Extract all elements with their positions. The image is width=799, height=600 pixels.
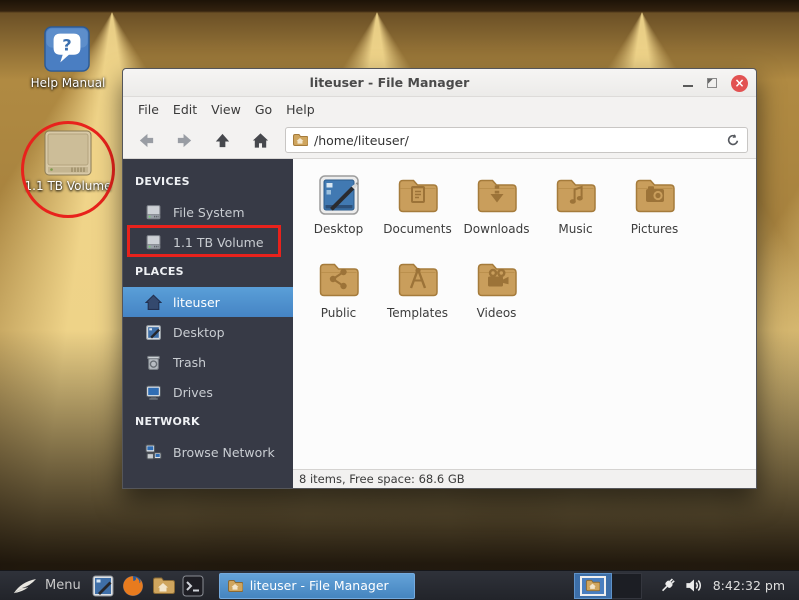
file-label: Desktop xyxy=(314,222,364,236)
file-grid: Desktop Documents Downloads Music Pictures Pu… xyxy=(293,159,756,469)
workspace-2[interactable] xyxy=(612,573,642,599)
file-pictures[interactable]: Pictures xyxy=(615,171,694,255)
sidebar-item-label: Browse Network xyxy=(173,445,275,460)
sidebar-item-drives[interactable]: Drives xyxy=(123,377,293,407)
toolbar: /home/liteuser/ xyxy=(123,122,756,159)
menu-edit[interactable]: Edit xyxy=(166,99,204,120)
menu-file[interactable]: File xyxy=(131,99,166,120)
menu-help[interactable]: Help xyxy=(279,99,322,120)
path-folder-icon xyxy=(292,132,308,148)
workspace-pager[interactable] xyxy=(574,573,642,599)
sidebar-item-1-1-tb-volume[interactable]: 1.1 TB Volume xyxy=(123,227,293,257)
sidebar-item-label: File System xyxy=(173,205,245,220)
sidebar-item-label: 1.1 TB Volume xyxy=(173,235,264,250)
pictures-icon xyxy=(631,171,679,219)
file-downloads[interactable]: Downloads xyxy=(457,171,536,255)
workspace-1[interactable] xyxy=(574,573,612,599)
status-text: 8 items, Free space: 68.6 GB xyxy=(299,472,465,486)
desktop-mini-icon xyxy=(145,324,162,341)
back-button[interactable] xyxy=(131,126,161,154)
network-icon xyxy=(145,444,162,461)
menu-view[interactable]: View xyxy=(204,99,248,120)
home-button[interactable] xyxy=(245,126,275,154)
file-label: Pictures xyxy=(631,222,679,236)
titlebar[interactable]: liteuser - File Manager × xyxy=(123,69,756,97)
file-label: Videos xyxy=(477,306,517,320)
file-manager-window: liteuser - File Manager × FileEditViewGo… xyxy=(122,68,757,489)
window-title: liteuser - File Manager xyxy=(123,75,656,90)
sidebar-item-label: Drives xyxy=(173,385,213,400)
sidebar-header-places: PLACES xyxy=(123,257,293,287)
up-button[interactable] xyxy=(207,126,237,154)
launcher-firefox[interactable] xyxy=(121,574,145,598)
sidebar-header-network: NETWORK xyxy=(123,407,293,437)
help-manual-icon[interactable]: ? xyxy=(44,26,90,72)
menu-bar: FileEditViewGoHelp xyxy=(123,97,756,122)
clock[interactable]: 8:42:32 pm xyxy=(713,578,785,593)
sidebar-item-label: Trash xyxy=(173,355,206,370)
sidebar-item-file-system[interactable]: File System xyxy=(123,197,293,227)
file-desktop[interactable]: Desktop xyxy=(299,171,378,255)
launcher-terminal[interactable] xyxy=(181,574,205,598)
forward-button[interactable] xyxy=(169,126,199,154)
desktop: ? Help Manual 1.1 TB Volume liteuser - F… xyxy=(0,0,799,600)
home-icon xyxy=(145,294,162,311)
svg-text:?: ? xyxy=(62,35,71,54)
sidebar-item-label: Desktop xyxy=(173,325,225,340)
close-button[interactable]: × xyxy=(731,75,748,92)
path-bar[interactable]: /home/liteuser/ xyxy=(285,127,748,153)
launcher-file-manager[interactable] xyxy=(151,574,175,598)
menu-button-label: Menu xyxy=(45,578,81,593)
documents-icon xyxy=(394,171,442,219)
file-documents[interactable]: Documents xyxy=(378,171,457,255)
linuxlite-feather-icon xyxy=(12,576,38,596)
minimize-button[interactable] xyxy=(683,85,693,87)
drive-icon xyxy=(145,234,162,251)
desktop-file-icon xyxy=(315,171,363,219)
menu-go[interactable]: Go xyxy=(248,99,279,120)
sidebar-item-trash[interactable]: Trash xyxy=(123,347,293,377)
public-icon xyxy=(315,255,363,303)
system-tray xyxy=(658,576,703,595)
help-manual-label: Help Manual xyxy=(0,76,136,90)
maximize-button[interactable] xyxy=(707,78,717,88)
power-plug-icon[interactable] xyxy=(658,576,677,595)
launcher-desktop-settings[interactable] xyxy=(91,574,115,598)
sidebar-item-browse-network[interactable]: Browse Network xyxy=(123,437,293,467)
status-bar: 8 items, Free space: 68.6 GB xyxy=(293,469,756,488)
file-label: Downloads xyxy=(464,222,530,236)
sidebar-item-desktop[interactable]: Desktop xyxy=(123,317,293,347)
templates-icon xyxy=(394,255,442,303)
music-icon xyxy=(552,171,600,219)
file-videos[interactable]: Videos xyxy=(457,255,536,339)
sidebar: DEVICES File System 1.1 TB Volume PLACES lit… xyxy=(123,159,293,488)
videos-icon xyxy=(473,255,521,303)
file-label: Music xyxy=(558,222,592,236)
sidebar-item-label: liteuser xyxy=(173,295,220,310)
volume-drive-label: 1.1 TB Volume xyxy=(0,179,136,193)
file-label: Templates xyxy=(387,306,448,320)
file-templates[interactable]: Templates xyxy=(378,255,457,339)
drive-icon xyxy=(145,204,162,221)
reload-icon[interactable] xyxy=(725,132,741,148)
path-text: /home/liteuser/ xyxy=(314,133,719,148)
menu-button[interactable]: Menu xyxy=(8,571,85,600)
downloads-icon xyxy=(473,171,521,219)
file-public[interactable]: Public xyxy=(299,255,378,339)
volume-drive-icon[interactable] xyxy=(42,129,94,176)
file-label: Public xyxy=(321,306,357,320)
sidebar-item-liteuser[interactable]: liteuser xyxy=(123,287,293,317)
task-button[interactable]: liteuser - File Manager xyxy=(219,573,415,599)
file-music[interactable]: Music xyxy=(536,171,615,255)
volume-icon[interactable] xyxy=(684,576,703,595)
monitor-icon xyxy=(145,384,162,401)
taskbar: Menu liteuser - File Manager xyxy=(0,570,799,600)
workspace-window-icon xyxy=(585,578,600,593)
task-button-label: liteuser - File Manager xyxy=(250,578,389,593)
file-label: Documents xyxy=(383,222,451,236)
trash-icon xyxy=(145,354,162,371)
sidebar-header-devices: DEVICES xyxy=(123,167,293,197)
task-folder-icon xyxy=(227,578,243,594)
